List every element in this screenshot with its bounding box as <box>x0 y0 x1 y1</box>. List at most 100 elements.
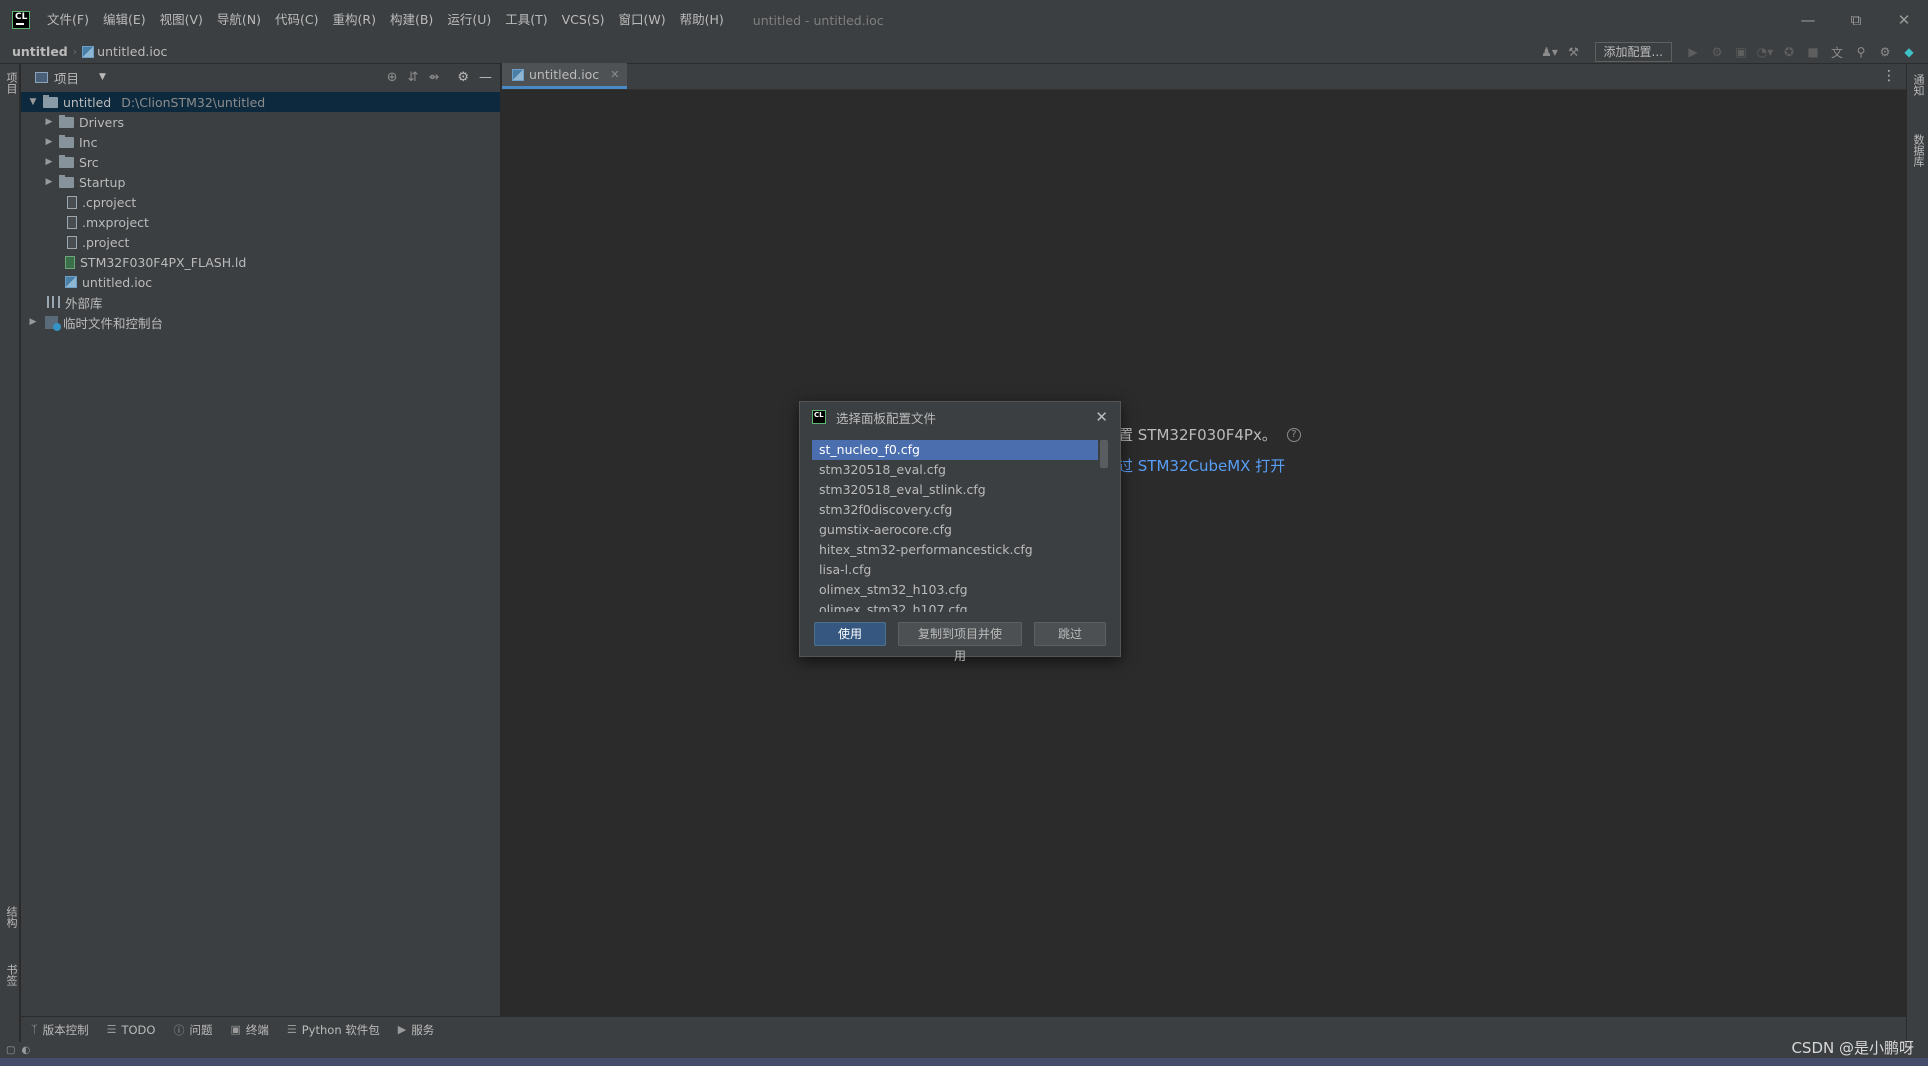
menu-file[interactable]: 文件(F) <box>40 7 96 33</box>
menu-refactor[interactable]: 重构(R) <box>326 7 383 33</box>
terminal-tab[interactable]: ▣ 终端 <box>230 1022 268 1038</box>
panel-settings-gear-icon[interactable]: ⚙ <box>457 70 469 85</box>
minimize-icon[interactable]: — <box>1784 0 1832 40</box>
tree-file-mxproject[interactable]: .mxproject <box>21 212 500 232</box>
build-hammer-icon[interactable]: ⚒ <box>1565 43 1583 61</box>
services-tab[interactable]: ▶ 服务 <box>398 1022 434 1038</box>
list-item[interactable]: stm32f0discovery.cfg <box>812 500 1098 520</box>
clion-logo-icon: CL <box>12 11 30 29</box>
chevron-expanded-icon[interactable]: ▼ <box>27 97 39 107</box>
problems-label: 问题 <box>189 1022 213 1037</box>
breadcrumb-root[interactable]: untitled <box>12 44 68 59</box>
problems-tab[interactable]: ⓘ 问题 <box>173 1022 212 1038</box>
chevron-right-icon[interactable]: ▶ <box>43 177 55 187</box>
hide-panel-icon[interactable]: — <box>479 70 492 85</box>
layers-icon: ☰ <box>286 1023 297 1036</box>
search-icon[interactable]: ⚲ <box>1852 43 1870 61</box>
translate-icon[interactable]: 文 <box>1828 43 1846 61</box>
jetbrains-logo-icon[interactable]: ◆ <box>1900 43 1918 61</box>
run-icon[interactable]: ▶ <box>1684 43 1702 61</box>
tree-file-ioc[interactable]: untitled.ioc <box>21 272 500 292</box>
close-window-icon[interactable]: ✕ <box>1880 0 1928 40</box>
services-label: 服务 <box>411 1022 435 1037</box>
tree-file-cproject[interactable]: .cproject <box>21 192 500 212</box>
tree-folder-startup[interactable]: ▶ Startup <box>21 172 500 192</box>
notifications-tool-button[interactable]: 通知 <box>1910 74 1926 96</box>
stop-icon[interactable]: ■ <box>1804 43 1822 61</box>
tab-close-icon[interactable]: ✕ <box>610 68 619 81</box>
version-control-tab[interactable]: ᛉ 版本控制 <box>31 1022 89 1038</box>
tree-folder-drivers[interactable]: ▶ Drivers <box>21 112 500 132</box>
menu-view[interactable]: 视图(V) <box>153 7 210 33</box>
settings-gear-icon[interactable]: ⚙ <box>1876 43 1894 61</box>
todo-tab[interactable]: ☰ TODO <box>107 1023 156 1037</box>
project-view-selector[interactable]: 项目 ▼ <box>35 68 106 87</box>
expand-all-icon[interactable]: ⇵ <box>408 70 419 85</box>
list-item[interactable]: olimex_stm32_h103.cfg <box>812 580 1098 600</box>
window-title: untitled - untitled.ioc <box>752 12 884 28</box>
dialog-header: CL 选择面板配置文件 ✕ <box>800 402 1120 432</box>
open-with-cubemx-link[interactable]: 过 STM32CubeMX 打开 <box>1118 455 1285 476</box>
more-options-icon[interactable]: ⋮ <box>1882 68 1896 84</box>
folder-icon <box>59 154 74 168</box>
list-item[interactable]: olimex_stm32_h107.cfg <box>812 600 1098 612</box>
library-icon <box>47 296 60 308</box>
coverage-icon[interactable]: ▣ <box>1732 43 1750 61</box>
list-item[interactable]: stm320518_eval_stlink.cfg <box>812 480 1098 500</box>
list-item[interactable]: st_nucleo_f0.cfg <box>812 440 1098 460</box>
branch-icon: ᛉ <box>31 1023 38 1036</box>
tree-folder-inc[interactable]: ▶ Inc <box>21 132 500 152</box>
board-config-list[interactable]: st_nucleo_f0.cfg stm320518_eval.cfg stm3… <box>812 440 1108 612</box>
menu-edit[interactable]: 编辑(E) <box>96 7 153 33</box>
database-tool-button[interactable]: 数据库 <box>1910 134 1926 167</box>
menu-code[interactable]: 代码(C) <box>268 7 325 33</box>
chevron-right-icon[interactable]: ▶ <box>43 137 55 147</box>
bookmarks-tool-button[interactable]: 书签 <box>3 964 19 986</box>
linker-file-icon <box>65 255 75 269</box>
chevron-right-icon[interactable]: ▶ <box>27 317 39 327</box>
list-scrollbar[interactable] <box>1100 440 1108 468</box>
help-icon[interactable]: ? <box>1286 427 1301 442</box>
tree-file-project[interactable]: .project <box>21 232 500 252</box>
chevron-right-icon[interactable]: ▶ <box>43 157 55 167</box>
copy-to-project-button[interactable]: 复制到项目并使用 <box>898 622 1022 663</box>
profile-icon[interactable]: ◔▾ <box>1756 43 1774 61</box>
tree-external-libraries[interactable]: 外部库 <box>21 292 500 312</box>
menu-tools[interactable]: 工具(T) <box>498 7 554 33</box>
menu-vcs[interactable]: VCS(S) <box>555 7 612 33</box>
tree-root-untitled[interactable]: ▼ untitled D:\ClionSTM32\untitled <box>21 92 500 112</box>
status-layout-icon[interactable]: ▢ <box>6 1045 15 1056</box>
list-item[interactable]: stm320518_eval.cfg <box>812 460 1098 480</box>
tree-file-linker-script[interactable]: STM32F030F4PX_FLASH.ld <box>21 252 500 272</box>
tree-scratches[interactable]: ▶ 临时文件和控制台 <box>21 312 500 332</box>
user-icon[interactable]: ♟▾ <box>1541 43 1559 61</box>
chevron-right-icon[interactable]: ▶ <box>43 117 55 127</box>
list-item[interactable]: gumstix-aerocore.cfg <box>812 520 1098 540</box>
project-panel: 项目 ▼ ⊕ ⇵ ⇴ ⚙ — ▼ untitled D:\ClionSTM32\… <box>21 64 501 1016</box>
skip-button[interactable]: 跳过 <box>1034 622 1106 646</box>
menu-build[interactable]: 构建(B) <box>383 7 440 33</box>
menu-navigate[interactable]: 导航(N) <box>210 7 268 33</box>
window-controls: — ⧉ ✕ <box>1784 0 1928 40</box>
breadcrumb-file[interactable]: untitled.ioc <box>82 44 167 59</box>
locate-file-icon[interactable]: ⊕ <box>387 70 398 85</box>
menu-window[interactable]: 窗口(W) <box>612 7 673 33</box>
menu-help[interactable]: 帮助(H) <box>673 7 731 33</box>
attach-icon[interactable]: ✪ <box>1780 43 1798 61</box>
project-tool-button[interactable]: 项目 <box>3 72 19 94</box>
python-packages-tab[interactable]: ☰ Python 软件包 <box>287 1022 380 1038</box>
tab-untitled-ioc[interactable]: untitled.ioc ✕ <box>502 63 628 89</box>
structure-tool-button[interactable]: 结构 <box>3 906 19 928</box>
list-item[interactable]: hitex_stm32-performancestick.cfg <box>812 540 1098 560</box>
debug-icon[interactable]: ⚙ <box>1708 43 1726 61</box>
list-item[interactable]: lisa-l.cfg <box>812 560 1098 580</box>
dialog-close-icon[interactable]: ✕ <box>1095 408 1108 426</box>
project-panel-title: 项目 <box>54 70 80 86</box>
add-configuration-button[interactable]: 添加配置... <box>1594 42 1672 62</box>
menu-run[interactable]: 运行(U) <box>440 7 498 33</box>
restore-icon[interactable]: ⧉ <box>1832 0 1880 40</box>
tree-file-label: .cproject <box>82 194 137 210</box>
collapse-all-icon[interactable]: ⇴ <box>428 70 439 85</box>
tree-folder-src[interactable]: ▶ Src <box>21 152 500 172</box>
use-button[interactable]: 使用 <box>814 622 886 646</box>
